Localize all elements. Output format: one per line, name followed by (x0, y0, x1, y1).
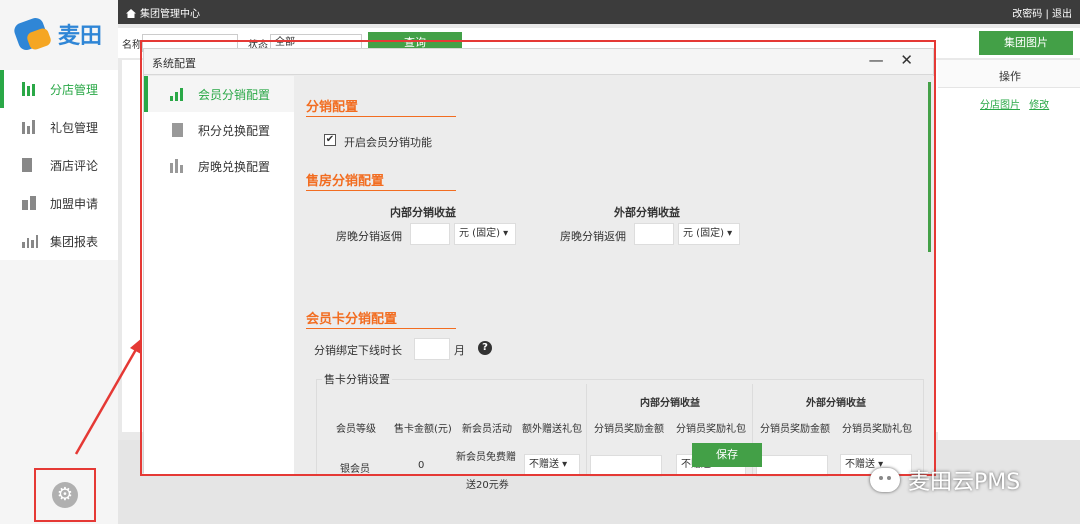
account-links[interactable]: 改密码 | 退出 (1012, 5, 1072, 20)
side-nav: 分店管理 礼包管理 酒店评论 加盟申请 集团报表 (0, 70, 118, 260)
comment-icon (22, 158, 38, 172)
top-bar: 集团管理中心 改密码 | 退出 (118, 0, 1080, 24)
home-icon[interactable] (126, 9, 136, 18)
logo-mark-icon (12, 15, 54, 53)
edit-link[interactable]: 修改 (1029, 100, 1049, 111)
group-image-button[interactable]: 集团图片 (979, 31, 1073, 55)
name-label: 名称 (122, 40, 142, 51)
logo-text: 麦田 (58, 24, 103, 49)
building-icon (22, 82, 38, 96)
sidebar-item-label: 集团报表 (50, 234, 99, 249)
gear-icon[interactable]: ⚙ (52, 482, 78, 508)
join-icon (22, 196, 38, 210)
sidebar: 麦田 分店管理 礼包管理 酒店评论 加盟申请 集团报表 ⚙ (0, 0, 118, 524)
settings-highlight: ⚙ (34, 468, 96, 522)
ops-header: 操作 (999, 70, 1021, 83)
branch-images-link[interactable]: 分店图片 (980, 100, 1020, 111)
chart-icon (22, 234, 38, 248)
app-title-wrap: 集团管理中心 (126, 5, 200, 20)
app-title: 集团管理中心 (140, 8, 200, 20)
sidebar-item-reports[interactable]: 集团报表 (0, 222, 118, 260)
sidebar-item-gift[interactable]: 礼包管理 (0, 108, 118, 146)
sidebar-item-label: 酒店评论 (50, 158, 99, 173)
highlight-box (140, 40, 936, 476)
sidebar-item-label: 礼包管理 (50, 120, 99, 135)
watermark-text: 麦田云PMS (908, 470, 1021, 495)
sidebar-item-reviews[interactable]: 酒店评论 (0, 146, 118, 184)
sidebar-item-label: 加盟申请 (50, 196, 99, 211)
row-activity-line2: 送20元券 (466, 480, 509, 491)
wechat-icon (870, 468, 900, 492)
watermark: 麦田云PMS (870, 464, 1020, 496)
logo: 麦田 (12, 14, 108, 54)
sidebar-item-join[interactable]: 加盟申请 (0, 184, 118, 222)
gift-icon (22, 120, 38, 134)
row-actions: 分店图片 修改 (980, 96, 1055, 111)
sidebar-item-branch[interactable]: 分店管理 (0, 70, 118, 108)
sidebar-item-label: 分店管理 (50, 82, 99, 97)
table-right-column (938, 60, 1080, 440)
